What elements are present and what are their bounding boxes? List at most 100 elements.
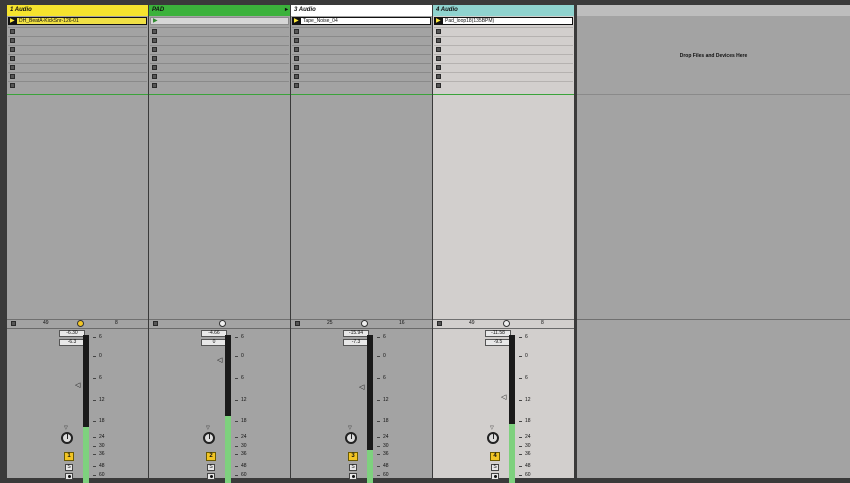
stop-icon[interactable] (294, 38, 299, 43)
track-header[interactable]: 4 Audio (433, 5, 574, 16)
clip-slot[interactable] (8, 81, 147, 89)
stop-icon[interactable] (10, 29, 15, 34)
clip-slot[interactable] (434, 63, 573, 71)
clip-slot[interactable] (434, 36, 573, 44)
clip-slot[interactable] (150, 45, 289, 53)
clip-slot[interactable] (292, 45, 431, 53)
arm-button[interactable] (491, 473, 499, 480)
stop-icon[interactable] (152, 74, 157, 79)
clip-slot[interactable] (434, 72, 573, 80)
stop-icon[interactable] (436, 74, 441, 79)
stop-icon[interactable] (10, 83, 15, 88)
send-knob-icon[interactable] (503, 320, 510, 327)
clip-slot[interactable] (150, 36, 289, 44)
peak-readout[interactable]: 0 (201, 339, 227, 346)
solo-button[interactable]: S (65, 464, 73, 471)
clip-slot[interactable] (150, 63, 289, 71)
stop-icon[interactable] (436, 29, 441, 34)
clip-slot[interactable] (292, 72, 431, 80)
clip-slot[interactable] (8, 72, 147, 80)
stop-all-icon[interactable] (295, 321, 300, 326)
clip-slot-playing[interactable]: ▶ (150, 17, 289, 25)
clip-slot[interactable] (150, 54, 289, 62)
clip-slot[interactable] (292, 81, 431, 89)
solo-button[interactable]: S (349, 464, 357, 471)
send-knob-icon[interactable] (361, 320, 368, 327)
volume-readout[interactable]: -11.58 (485, 330, 511, 337)
clip-slot[interactable] (292, 27, 431, 35)
volume-readout[interactable]: -15.94 (343, 330, 369, 337)
stop-icon[interactable] (294, 65, 299, 70)
stop-icon[interactable] (10, 65, 15, 70)
group-arrow-icon[interactable]: ▸ (285, 5, 288, 16)
clip-slot[interactable] (434, 81, 573, 89)
track-activator-button[interactable]: 2 (206, 452, 216, 461)
stop-icon[interactable] (436, 47, 441, 52)
stop-all-icon[interactable] (153, 321, 158, 326)
send-knob-icon[interactable] (77, 320, 84, 327)
drop-zone[interactable]: Drop Files and Devices Here (577, 5, 850, 478)
arm-button[interactable] (207, 473, 215, 480)
pan-knob-icon[interactable] (487, 432, 499, 444)
stop-icon[interactable] (436, 83, 441, 88)
stop-icon[interactable] (10, 38, 15, 43)
volume-fader-icon[interactable]: ◁ (217, 357, 222, 364)
play-icon[interactable]: ▶ (10, 18, 15, 24)
clip-slot[interactable] (434, 54, 573, 62)
clip-slot[interactable] (150, 72, 289, 80)
track-header[interactable]: 1 Audio (7, 5, 148, 16)
track-activator-button[interactable]: 4 (490, 452, 500, 461)
clip-slot[interactable] (292, 36, 431, 44)
stop-icon[interactable] (152, 29, 157, 34)
pan-knob-icon[interactable] (203, 432, 215, 444)
clip-slot-filled[interactable]: ▶ Tape_Noise_04 (292, 17, 431, 25)
track-activator-button[interactable]: 1 (64, 452, 74, 461)
play-icon[interactable]: ▶ (153, 18, 158, 24)
clip-slot[interactable] (292, 63, 431, 71)
clip-slot[interactable] (292, 54, 431, 62)
arm-button[interactable] (65, 473, 73, 480)
clip-slot[interactable] (150, 27, 289, 35)
clip-slot[interactable] (434, 27, 573, 35)
peak-readout[interactable]: -9.5 (485, 339, 511, 346)
stop-icon[interactable] (152, 47, 157, 52)
stop-icon[interactable] (294, 83, 299, 88)
stop-icon[interactable] (436, 65, 441, 70)
clip-slot[interactable] (8, 63, 147, 71)
stop-icon[interactable] (152, 38, 157, 43)
clip-slot-filled[interactable]: ▶ Pad_loop18(135BPM) (434, 17, 573, 25)
stop-icon[interactable] (152, 83, 157, 88)
solo-button[interactable]: S (491, 464, 499, 471)
stop-all-icon[interactable] (437, 321, 442, 326)
stop-icon[interactable] (152, 56, 157, 61)
stop-icon[interactable] (294, 47, 299, 52)
stop-icon[interactable] (152, 65, 157, 70)
track-header[interactable]: PAD ▸ (149, 5, 290, 16)
play-icon[interactable]: ▶ (436, 18, 441, 24)
stop-icon[interactable] (436, 56, 441, 61)
volume-fader-icon[interactable]: ◁ (75, 382, 80, 389)
stop-icon[interactable] (10, 56, 15, 61)
solo-button[interactable]: S (207, 464, 215, 471)
stop-all-icon[interactable] (11, 321, 16, 326)
pan-knob-icon[interactable] (61, 432, 73, 444)
clip-slot[interactable] (8, 45, 147, 53)
peak-readout[interactable]: -7.3 (343, 339, 369, 346)
peak-readout[interactable]: -6.3 (59, 339, 85, 346)
stop-icon[interactable] (294, 74, 299, 79)
clip-slot[interactable] (8, 36, 147, 44)
track-header[interactable]: 3 Audio (291, 5, 432, 16)
stop-icon[interactable] (294, 29, 299, 34)
stop-icon[interactable] (10, 47, 15, 52)
volume-fader-icon[interactable]: ◁ (359, 384, 364, 391)
pan-knob-icon[interactable] (345, 432, 357, 444)
stop-icon[interactable] (294, 56, 299, 61)
volume-readout[interactable]: -4.66 (201, 330, 227, 337)
clip-slot[interactable] (8, 27, 147, 35)
play-icon[interactable]: ▶ (294, 18, 299, 24)
clip-slot[interactable] (434, 45, 573, 53)
send-knob-icon[interactable] (219, 320, 226, 327)
clip-slot[interactable] (150, 81, 289, 89)
stop-icon[interactable] (436, 38, 441, 43)
arm-button[interactable] (349, 473, 357, 480)
